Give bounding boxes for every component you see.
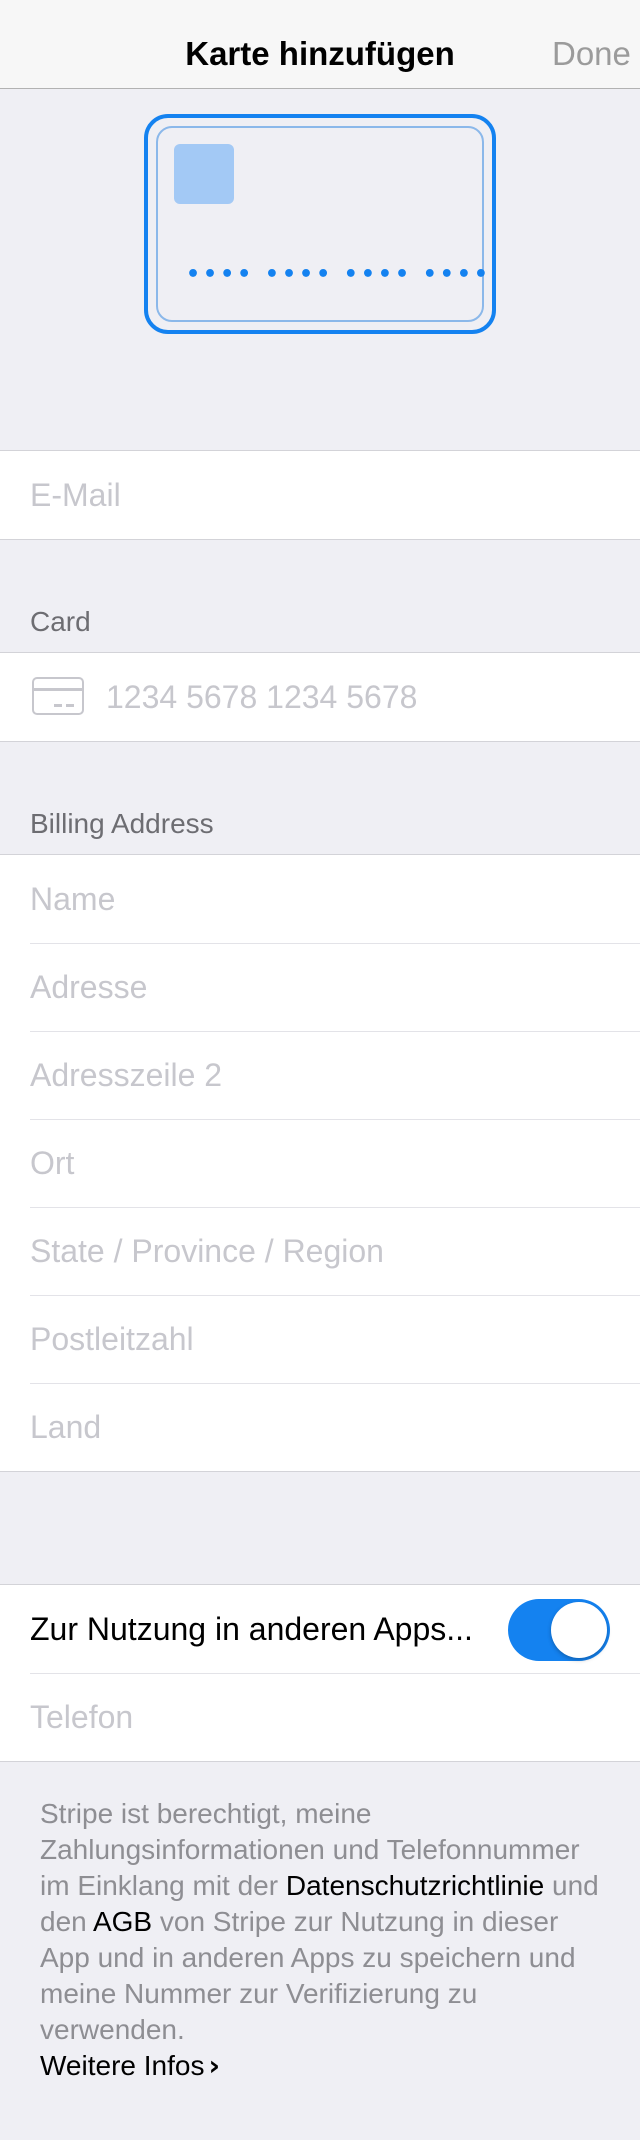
email-field[interactable]: E-Mail [0,451,640,539]
email-group: E-Mail [0,450,640,540]
card-number-field[interactable]: 1234 5678 1234 5678 [0,653,640,741]
remember-row: Zur Nutzung in anderen Apps... [0,1585,640,1673]
chevron-right-icon: › [208,2049,220,2082]
card-number-mask: •••• •••• •••• •••• [186,262,491,287]
more-info-label: Weitere Infos [40,2050,205,2081]
terms-link[interactable]: AGB [93,1906,152,1937]
page-title: Karte hinzufügen [185,35,455,72]
billing-postal-code-field[interactable]: Postleitzahl [0,1295,640,1383]
done-button[interactable]: Done [552,0,640,88]
credit-card-icon [32,677,84,715]
email-placeholder: E-Mail [30,477,121,513]
card-number-placeholder: 1234 5678 1234 5678 [106,679,418,715]
billing-name-field[interactable]: Name [0,855,640,943]
billing-country-field[interactable]: Land [0,1383,640,1471]
address-placeholder: Adresse [30,969,148,1005]
country-placeholder: Land [30,1409,102,1445]
phone-field[interactable]: Telefon [0,1673,640,1761]
card-section-header: Card [30,606,91,637]
billing-address-field[interactable]: Adresse [0,943,640,1031]
state-placeholder: State / Province / Region [30,1233,384,1269]
remember-group: Zur Nutzung in anderen Apps... Telefon [0,1584,640,1762]
toggle-knob [551,1602,607,1658]
name-placeholder: Name [30,881,116,917]
billing-group: Name Adresse Adresszeile 2 Ort State / P… [0,854,640,1472]
billing-state-field[interactable]: State / Province / Region [0,1207,640,1295]
card-chip-icon [174,144,234,204]
billing-section-header: Billing Address [30,808,214,839]
privacy-policy-link[interactable]: Datenschutzrichtlinie [286,1870,544,1901]
phone-placeholder: Telefon [30,1699,134,1735]
postal-code-placeholder: Postleitzahl [30,1321,194,1357]
address2-placeholder: Adresszeile 2 [30,1057,223,1093]
card-preview-inner: •••• •••• •••• •••• [156,126,488,322]
billing-city-field[interactable]: Ort [0,1119,640,1207]
city-placeholder: Ort [30,1145,75,1181]
footer-disclaimer: Stripe ist berechtigt, meine Zahlungsinf… [40,1796,610,2084]
more-info-link[interactable]: Weitere Infos › [40,2049,220,2082]
billing-address2-field[interactable]: Adresszeile 2 [0,1031,640,1119]
card-group: 1234 5678 1234 5678 [0,652,640,742]
card-preview: •••• •••• •••• •••• [144,114,496,334]
navigation-bar: Karte hinzufügen Done [0,0,640,89]
remember-label: Zur Nutzung in anderen Apps... [30,1611,473,1647]
remember-toggle[interactable] [508,1599,610,1661]
